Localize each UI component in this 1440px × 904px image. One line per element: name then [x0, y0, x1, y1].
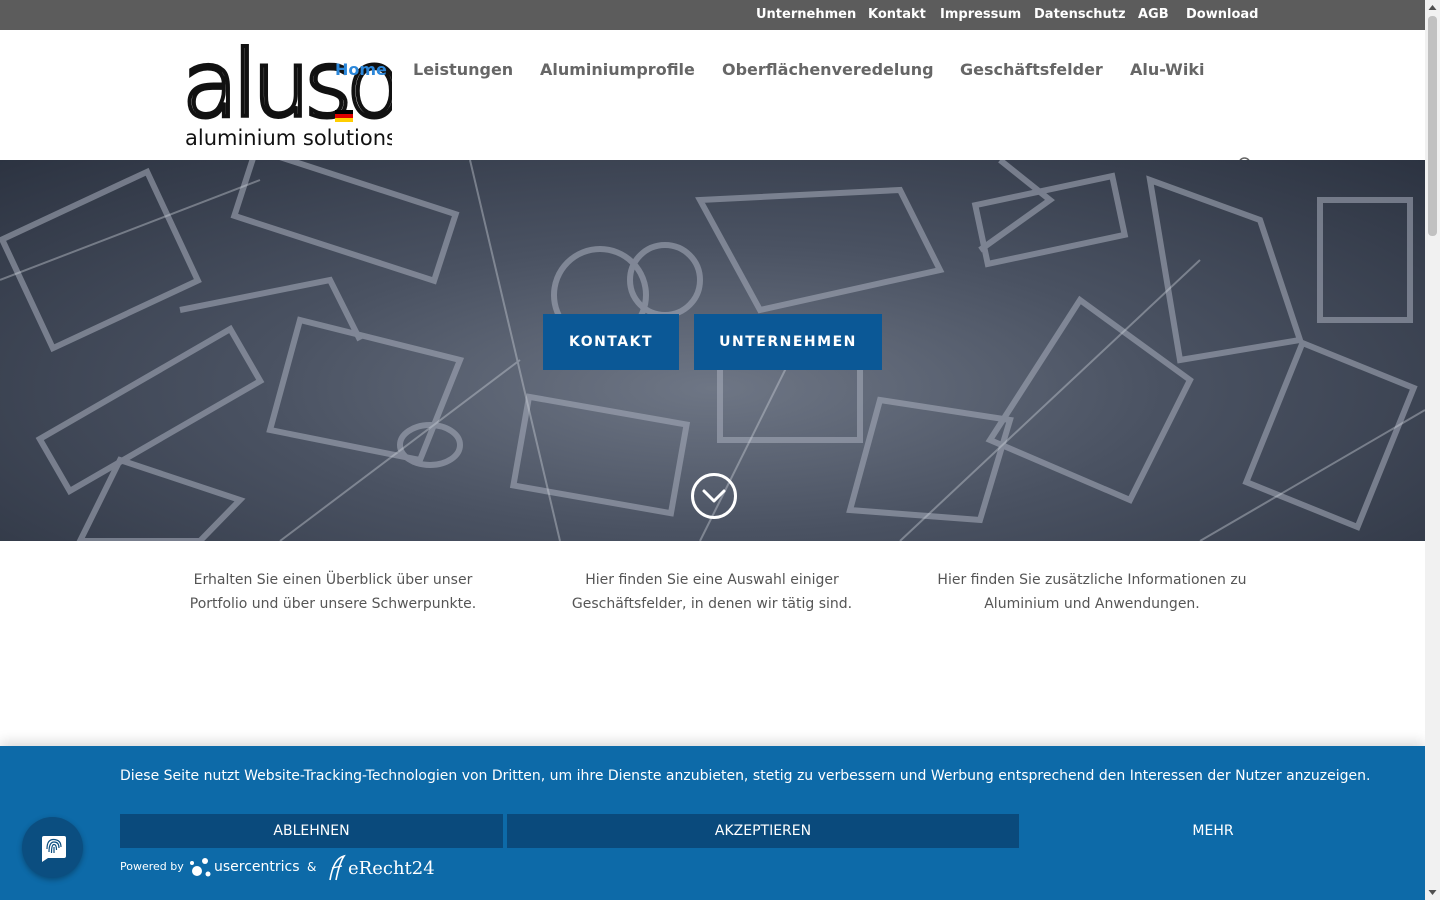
feature-text-geschaeftsfelder: Hier finden Sie eine Auswahl einiger Ges…	[571, 572, 853, 612]
scrollbar-thumb[interactable]	[1428, 16, 1437, 236]
page: Unternehmen Kontakt Impressum Datenschut…	[0, 0, 1425, 900]
powered-by-label: Powered by	[120, 860, 184, 873]
topbar-link-unternehmen[interactable]: Unternehmen	[756, 7, 856, 22]
fingerprint-icon	[41, 835, 66, 862]
site-logo[interactable]: aluso aluminium solutions	[180, 29, 404, 150]
topbar-link-impressum[interactable]: Impressum	[940, 7, 1021, 22]
topbar-link-datenschutz[interactable]: Datenschutz	[1034, 7, 1126, 22]
hero-section: KONTAKT UNTERNEHMEN	[0, 160, 1425, 541]
usercentrics-wordmark: usercentrics	[214, 859, 300, 875]
cookie-message: Diese Seite nutzt Website-Tracking-Techn…	[120, 768, 1371, 784]
top-bar: Unternehmen Kontakt Impressum Datenschut…	[0, 0, 1425, 30]
scroll-up-arrow-icon[interactable]	[1425, 0, 1440, 15]
nav-leistungen[interactable]: Leistungen	[413, 60, 513, 79]
nav-geschaeftsfelder[interactable]: Geschäftsfelder	[960, 60, 1103, 79]
more-cookies-button[interactable]: MEHR	[1023, 814, 1403, 848]
topbar-link-download[interactable]: Download	[1186, 7, 1258, 22]
nav-aluminiumprofile[interactable]: Aluminiumprofile	[540, 60, 695, 79]
page-scrollbar[interactable]	[1425, 0, 1440, 900]
usercentrics-logo: usercentrics	[188, 854, 300, 880]
nav-oberflaechenveredelung[interactable]: Oberflächenveredelung	[722, 60, 934, 79]
german-flag-icon[interactable]	[335, 110, 353, 122]
kontakt-button[interactable]: KONTAKT	[543, 314, 679, 370]
topbar-link-kontakt[interactable]: Kontakt	[868, 7, 926, 22]
chevron-down-circle-icon[interactable]	[690, 472, 738, 520]
nav-home[interactable]: Home	[335, 60, 387, 79]
main-header: aluso aluminium solutions Home Leistunge…	[0, 29, 1425, 174]
logo-graphic: aluso aluminium solutions	[180, 29, 404, 150]
erecht24-wordmark: eRecht24	[348, 857, 435, 879]
privacy-settings-button[interactable]	[22, 817, 83, 878]
reject-cookies-button[interactable]: ABLEHNEN	[120, 814, 503, 848]
erecht24-mark-icon	[329, 854, 346, 881]
scroll-down-arrow-icon[interactable]	[1425, 885, 1440, 900]
topbar-link-agb[interactable]: AGB	[1138, 7, 1169, 22]
feature-text-leistungen: Erhalten Sie einen Überblick über unser …	[189, 572, 477, 612]
ampersand: &	[307, 860, 317, 874]
feature-text-alu-wiki: Hier finden Sie zusätzliche Informatione…	[937, 572, 1247, 612]
nav-alu-wiki[interactable]: Alu-Wiki	[1130, 60, 1204, 79]
accept-cookies-button[interactable]: AKZEPTIEREN	[507, 814, 1019, 848]
logo-tagline: aluminium solutions	[185, 126, 392, 150]
cookie-banner: Diese Seite nutzt Website-Tracking-Techn…	[0, 746, 1425, 900]
unternehmen-button[interactable]: UNTERNEHMEN	[694, 314, 882, 370]
logo-wordmark: aluso	[182, 40, 392, 138]
usercentrics-dots-icon	[190, 858, 211, 877]
erecht24-logo: eRecht24	[326, 854, 435, 882]
